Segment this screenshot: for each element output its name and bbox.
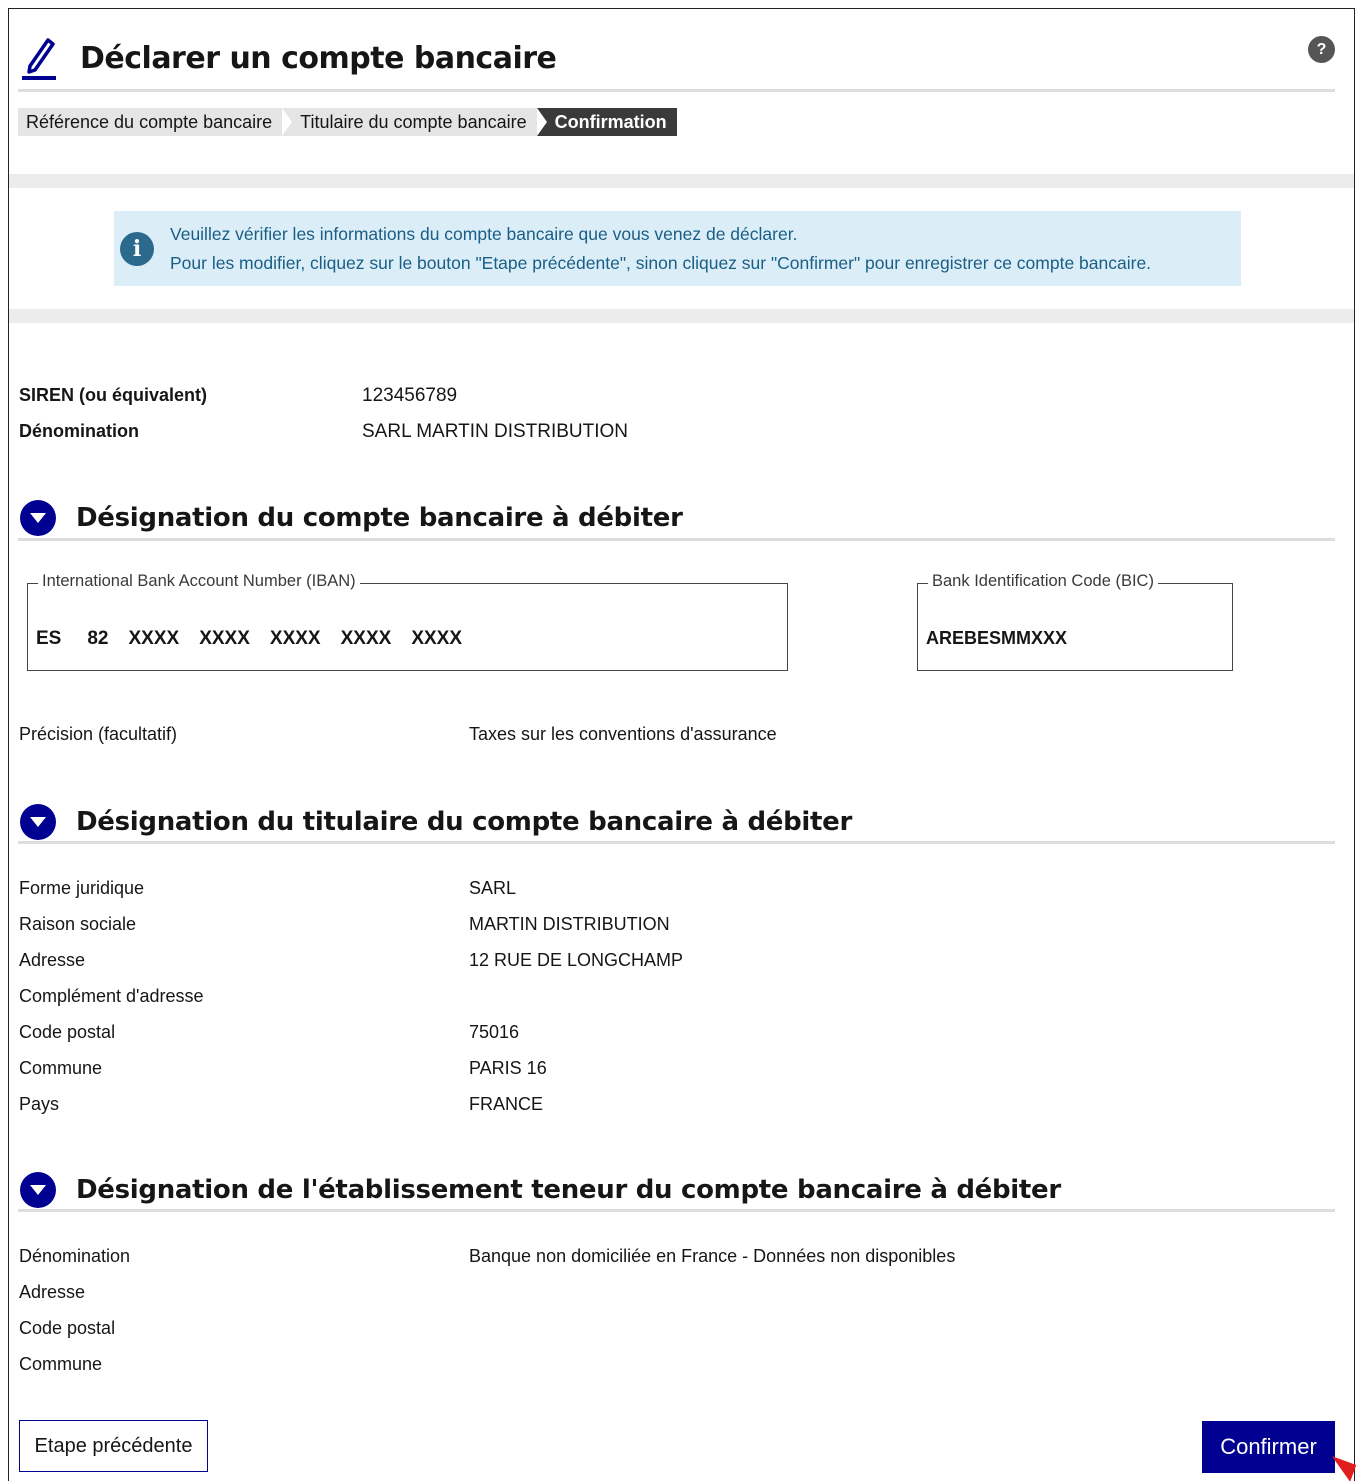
holder-row-label: Pays — [19, 1094, 60, 1114]
chevron-down-icon[interactable] — [20, 1172, 56, 1208]
chevron-down-icon[interactable] — [20, 804, 56, 840]
chevron-down-icon[interactable] — [20, 500, 56, 536]
iban-group: XXXX — [411, 628, 463, 649]
bank-row-label: Code postal — [19, 1318, 116, 1338]
denomination-value: SARL MARTIN DISTRIBUTION — [362, 421, 629, 442]
help-icon[interactable]: ? — [1308, 36, 1335, 63]
holder-row-value: SARL — [469, 878, 517, 898]
info-line-1: Veuillez vérifier les informations du co… — [170, 223, 798, 244]
holder-row-label: Forme juridique — [19, 878, 145, 898]
stepper-breadcrumb: Référence du compte bancaire Titulaire d… — [18, 108, 677, 136]
bic-value: AREBESMMXXX — [926, 628, 1068, 648]
iban-group: XXXX — [269, 628, 321, 649]
step-reference: Référence du compte bancaire — [18, 108, 293, 136]
precision-value: Taxes sur les conventions d'assurance — [469, 724, 777, 744]
precision-label: Précision (facultatif) — [19, 724, 178, 744]
section-holder-header: Désignation du titulaire du compte banca… — [20, 804, 852, 840]
holder-row-value: MARTIN DISTRIBUTION — [469, 914, 670, 934]
iban-country: ES — [36, 628, 62, 649]
section-bank-header: Désignation de l'établissement teneur du… — [20, 1172, 1061, 1208]
iban-value: ES 82 XXXX XXXX XXXX XXXX XXXX — [36, 628, 482, 650]
holder-row-value: 12 RUE DE LONGCHAMP — [469, 950, 684, 970]
step-confirmation: Confirmation — [536, 108, 677, 136]
confirm-button[interactable]: Confirmer — [1202, 1421, 1335, 1473]
holder-row-label: Adresse — [19, 950, 86, 970]
edit-pencil-icon — [20, 34, 58, 82]
holder-row-label: Code postal — [19, 1022, 116, 1042]
page-header: Déclarer un compte bancaire — [20, 34, 557, 82]
page-title: Déclarer un compte bancaire — [80, 40, 557, 76]
iban-group: XXXX — [340, 628, 392, 649]
bank-row-value: Banque non domiciliée en France - Donnée… — [469, 1246, 956, 1266]
previous-step-button[interactable]: Etape précédente — [19, 1420, 208, 1472]
section-account-title: Désignation du compte bancaire à débiter — [76, 503, 683, 533]
step-titulaire: Titulaire du compte bancaire — [282, 108, 548, 136]
holder-row-value: 75016 — [469, 1022, 520, 1042]
section-divider — [18, 841, 1335, 844]
section-holder-title: Désignation du titulaire du compte banca… — [76, 807, 853, 837]
section-account-header: Désignation du compte bancaire à débiter — [20, 500, 683, 536]
info-icon: i — [120, 231, 154, 266]
separator-band — [9, 174, 1354, 188]
iban-group: XXXX — [128, 628, 180, 649]
info-alert: i Veuillez vérifier les informations du … — [114, 211, 1241, 286]
holder-row-label: Commune — [19, 1058, 103, 1078]
iban-fieldset: International Bank Account Number (IBAN)… — [27, 572, 788, 671]
separator-band — [9, 309, 1354, 323]
bank-row-label: Dénomination — [19, 1246, 131, 1266]
iban-group: XXXX — [199, 628, 250, 649]
iban-legend: International Bank Account Number (IBAN) — [38, 572, 360, 591]
section-divider — [18, 538, 1335, 541]
bic-legend: Bank Identification Code (BIC) — [928, 572, 1158, 591]
denomination-label: Dénomination — [19, 421, 139, 441]
bank-row-label: Adresse — [19, 1282, 86, 1302]
holder-row-value: FRANCE — [469, 1094, 544, 1114]
section-bank-title: Désignation de l'établissement teneur du… — [76, 1175, 1061, 1205]
bank-row-label: Commune — [19, 1354, 103, 1374]
siren-label: SIREN (ou équivalent) — [19, 385, 208, 405]
section-divider — [18, 1209, 1335, 1212]
holder-row-label: Raison sociale — [19, 914, 137, 934]
title-divider — [18, 89, 1335, 92]
iban-check: 82 — [87, 628, 109, 649]
bic-fieldset: Bank Identification Code (BIC) AREBESMMX… — [917, 572, 1233, 671]
holder-row-label: Complément d'adresse — [19, 986, 204, 1006]
holder-row-value: PARIS 16 — [469, 1058, 547, 1078]
siren-value: 123456789 — [362, 385, 458, 406]
info-line-2: Pour les modifier, cliquez sur le bouton… — [170, 252, 1152, 273]
